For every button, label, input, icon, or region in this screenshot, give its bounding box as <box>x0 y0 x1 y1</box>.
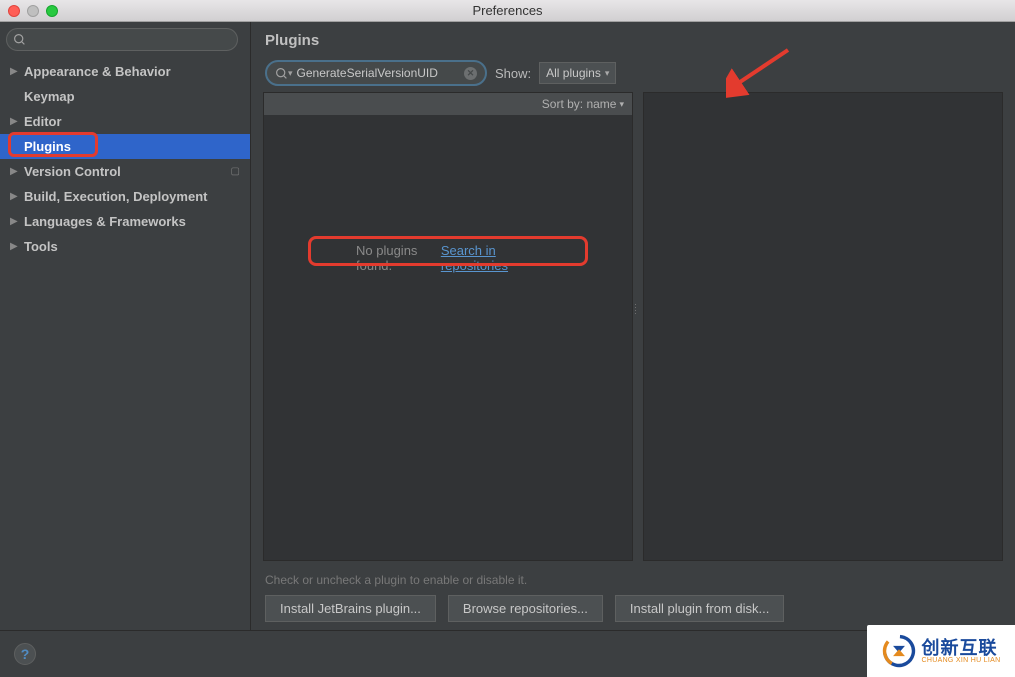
install-jetbrains-button[interactable]: Install JetBrains plugin... <box>265 595 436 622</box>
tree-label: Tools <box>24 239 58 254</box>
tree-item-build[interactable]: ▶ Build, Execution, Deployment <box>0 184 250 209</box>
content-area: Plugins ▾ ✕ Show: All plugins ▾ <box>251 22 1015 630</box>
expand-arrow-icon: ▶ <box>10 191 24 202</box>
tree-item-editor[interactable]: ▶ Editor <box>0 109 250 134</box>
clear-search-icon[interactable]: ✕ <box>464 67 477 80</box>
sidebar: ▶ Appearance & Behavior Keymap ▶ Editor … <box>0 22 251 630</box>
show-filter-dropdown[interactable]: All plugins ▾ <box>539 62 616 84</box>
tree-item-tools[interactable]: ▶ Tools <box>0 234 250 259</box>
watermark-text-en: CHUANG XIN HU LIAN <box>922 657 1001 664</box>
expand-arrow-icon: ▶ <box>10 116 24 127</box>
minimize-window-button[interactable] <box>27 5 39 17</box>
settings-tree: ▶ Appearance & Behavior Keymap ▶ Editor … <box>0 59 250 259</box>
help-button[interactable]: ? <box>14 643 36 665</box>
show-label: Show: <box>495 66 531 81</box>
close-window-button[interactable] <box>8 5 20 17</box>
project-scope-icon: ▢ <box>231 166 240 177</box>
browse-repositories-button[interactable]: Browse repositories... <box>448 595 603 622</box>
tree-label: Plugins <box>24 139 71 154</box>
tree-label: Version Control <box>24 164 121 179</box>
plugin-search-field[interactable] <box>297 66 464 80</box>
sort-label: Sort by: name <box>542 97 617 111</box>
window-title: Preferences <box>472 3 542 18</box>
sort-button[interactable]: Sort by: name ▾ <box>264 93 632 115</box>
tree-label: Editor <box>24 114 62 129</box>
watermark-logo-icon <box>882 634 916 668</box>
dropdown-value: All plugins <box>546 66 601 80</box>
plugin-detail-panel <box>643 92 1003 561</box>
instruction-text: Check or uncheck a plugin to enable or d… <box>251 567 1015 595</box>
plugin-search-input[interactable]: ▾ ✕ <box>265 60 487 86</box>
tree-label: Languages & Frameworks <box>24 214 186 229</box>
plugin-list-panel: Sort by: name ▾ No plugins found. Search… <box>263 92 633 561</box>
install-from-disk-button[interactable]: Install plugin from disk... <box>615 595 784 622</box>
tree-item-version-control[interactable]: ▶ Version Control ▢ <box>0 159 250 184</box>
expand-arrow-icon: ▶ <box>10 241 24 252</box>
expand-arrow-icon: ▶ <box>10 216 24 227</box>
tree-label: Appearance & Behavior <box>24 64 171 79</box>
watermark-text-cn: 创新互联 <box>922 639 1001 657</box>
search-icon <box>275 67 288 80</box>
tree-item-keymap[interactable]: Keymap <box>0 84 250 109</box>
expand-arrow-icon: ▶ <box>10 166 24 177</box>
expand-arrow-icon: ▶ <box>10 66 24 77</box>
tree-label: Keymap <box>24 89 75 104</box>
dialog-footer: ? Cancel <box>0 630 1015 677</box>
tree-label: Build, Execution, Deployment <box>24 189 207 204</box>
maximize-window-button[interactable] <box>46 5 58 17</box>
chevron-down-icon[interactable]: ▾ <box>288 68 293 79</box>
chevron-down-icon: ▾ <box>619 99 624 110</box>
sidebar-search-input[interactable] <box>6 28 238 51</box>
watermark: 创新互联 CHUANG XIN HU LIAN <box>867 625 1015 677</box>
annotation-highlight <box>308 236 588 266</box>
window-controls <box>8 5 58 17</box>
tree-item-plugins[interactable]: Plugins <box>0 134 250 159</box>
tree-item-languages[interactable]: ▶ Languages & Frameworks <box>0 209 250 234</box>
chevron-down-icon: ▾ <box>605 68 610 79</box>
titlebar: Preferences <box>0 0 1015 22</box>
search-icon <box>13 33 26 46</box>
resize-handle[interactable]: ···· <box>634 303 637 315</box>
page-title: Plugins <box>251 22 1015 58</box>
tree-item-appearance[interactable]: ▶ Appearance & Behavior <box>0 59 250 84</box>
